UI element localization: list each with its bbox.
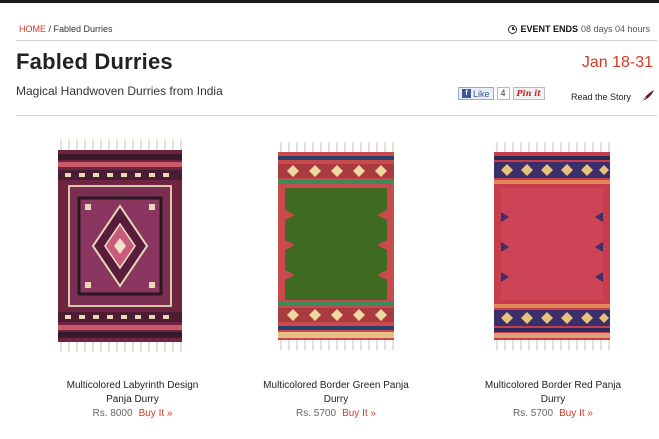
read-the-story-link[interactable]: Read the Story xyxy=(571,89,655,105)
product-image[interactable] xyxy=(55,140,185,352)
product-card-labyrinth[interactable] xyxy=(55,140,185,352)
product-name-line2[interactable]: Durry xyxy=(243,393,429,407)
buy-it-link[interactable]: Buy It » xyxy=(139,408,173,419)
breadcrumb-separator: / xyxy=(46,24,54,34)
page-title: Fabled Durries xyxy=(16,49,173,74)
product-info-labyrinth: Multicolored Labyrinth Design Panja Durr… xyxy=(40,379,225,421)
top-border xyxy=(0,0,659,3)
product-image[interactable] xyxy=(491,140,613,352)
facebook-like-button[interactable]: f Like xyxy=(458,87,494,100)
event-ends-timer: EVENT ENDS 08 days 04 hours xyxy=(508,24,650,34)
breadcrumb-home-link[interactable]: HOME xyxy=(19,24,46,34)
breadcrumb-current: Fabled Durries xyxy=(53,24,113,34)
like-label: Like xyxy=(473,88,490,99)
product-name-line1[interactable]: Multicolored Labyrinth Design xyxy=(40,379,225,393)
product-name-line1[interactable]: Multicolored Border Red Panja xyxy=(463,379,643,393)
product-card-red[interactable] xyxy=(491,140,613,352)
product-name-line1[interactable]: Multicolored Border Green Panja xyxy=(243,379,429,393)
product-image[interactable] xyxy=(275,140,397,352)
clock-icon xyxy=(508,24,518,34)
quill-icon xyxy=(638,90,655,105)
event-ends-label: EVENT ENDS xyxy=(520,24,578,34)
product-name-line2[interactable]: Durry xyxy=(463,393,643,407)
breadcrumb: HOME / Fabled Durries xyxy=(19,24,113,34)
product-price: Rs. 8000 xyxy=(92,408,133,419)
product-card-green[interactable] xyxy=(275,140,397,352)
product-info-green: Multicolored Border Green Panja Durry Rs… xyxy=(243,379,429,421)
read-story-label: Read the Story xyxy=(571,92,632,102)
buy-it-link[interactable]: Buy It » xyxy=(342,408,376,419)
pinterest-pin-button[interactable]: Pin it xyxy=(512,87,545,100)
product-price: Rs. 5700 xyxy=(513,408,554,419)
content-divider xyxy=(16,115,657,116)
product-price: Rs. 5700 xyxy=(296,408,337,419)
product-name-line2[interactable]: Panja Durry xyxy=(40,393,225,407)
like-count: 4 xyxy=(496,87,510,100)
event-remaining: 08 days 04 hours xyxy=(580,24,650,34)
product-info-red: Multicolored Border Red Panja Durry Rs. … xyxy=(463,379,643,421)
event-dates: Jan 18-31 xyxy=(581,54,653,71)
buy-it-link[interactable]: Buy It » xyxy=(559,408,593,419)
facebook-icon: f xyxy=(462,89,471,98)
social-buttons: f Like 4 Pin it xyxy=(458,87,545,100)
header-divider xyxy=(16,40,657,41)
page-subtitle: Magical Handwoven Durries from India xyxy=(16,84,223,98)
